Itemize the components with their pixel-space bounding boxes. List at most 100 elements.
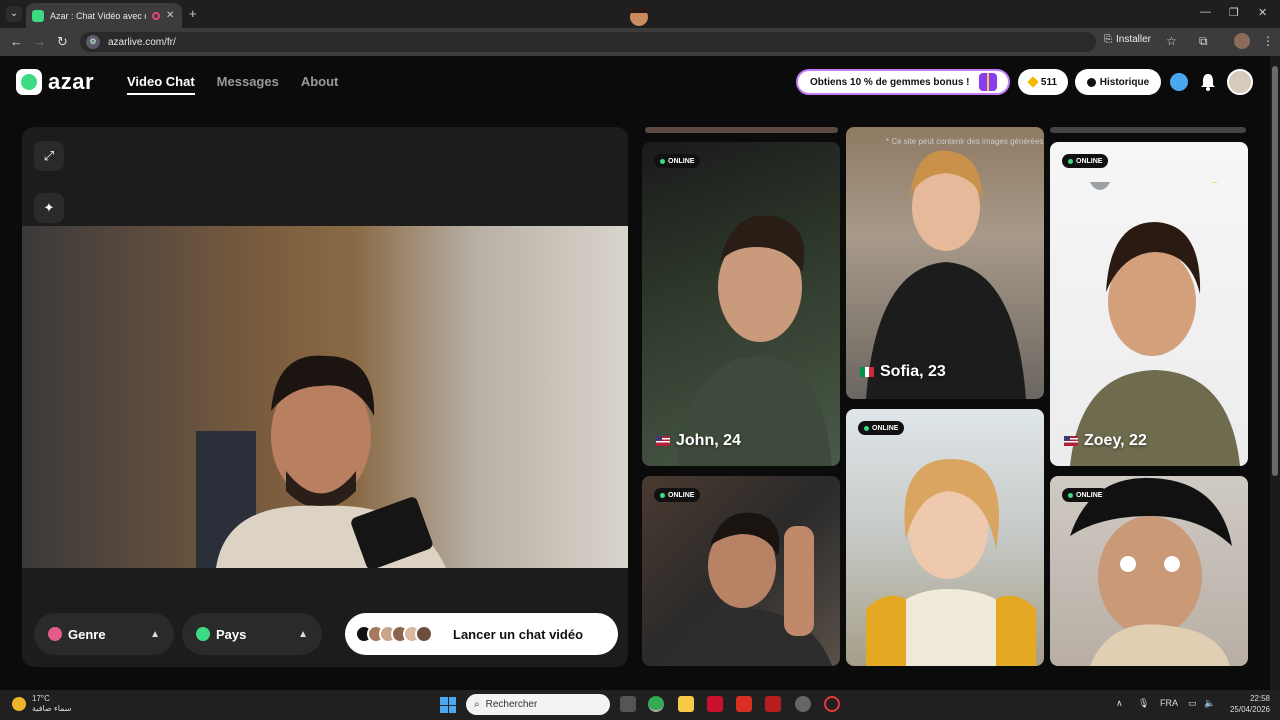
weather-widget[interactable]: 17°C سماء صافية: [12, 694, 72, 714]
extensions-icon[interactable]: ⧉: [1199, 34, 1208, 49]
acrobat-icon[interactable]: [707, 696, 723, 712]
browser-menu-icon[interactable]: ⋮: [1262, 34, 1274, 48]
profile-name: Sofia, 23: [860, 363, 946, 381]
date: 25/04/2026: [1229, 705, 1270, 714]
search-placeholder: Rechercher: [485, 699, 538, 710]
weather-text: 17°C سماء صافية: [32, 694, 72, 714]
tray-chevron-up-icon[interactable]: ∧: [1116, 698, 1123, 709]
avatar-stack: [355, 625, 433, 643]
reload-icon[interactable]: ↻: [57, 34, 68, 50]
us-flag-icon: [656, 436, 670, 446]
tab-search-icon[interactable]: ⌄: [6, 6, 22, 22]
install-icon: ⎘: [1104, 34, 1112, 45]
profile-avatar-icon[interactable]: [1234, 33, 1250, 49]
network-icon[interactable]: ▭: [1188, 698, 1197, 709]
country-filter-dropdown[interactable]: Pays ▲: [182, 613, 322, 655]
task-view-icon[interactable]: [620, 696, 636, 712]
page-scrollbar[interactable]: [1270, 56, 1280, 690]
address-bar[interactable]: ⚙ azarlive.com/fr/: [80, 32, 1096, 52]
app-icon[interactable]: [736, 696, 752, 712]
profile-card-john[interactable]: ONLINE John, 24: [642, 142, 840, 466]
azar-favicon-icon: [32, 9, 44, 22]
time: 22:58: [1249, 694, 1270, 703]
promo-text: Obtiens 10 % de gemmes bonus !: [810, 76, 970, 88]
profile-card[interactable]: ONLINE: [846, 409, 1044, 666]
online-badge: ONLINE: [1062, 488, 1109, 502]
app-icon[interactable]: [765, 696, 781, 712]
video-chat-panel: ⤢ ✦ ☻ Genre ▲ Pays ▲: [22, 127, 628, 667]
browser-tab[interactable]: Azar : Chat Vidéo avec de n ✕: [26, 3, 182, 28]
new-tab-icon[interactable]: +: [189, 6, 197, 21]
forward-icon[interactable]: →: [33, 34, 46, 49]
opera-icon[interactable]: [824, 696, 840, 712]
history-label: Historique: [1099, 76, 1150, 88]
profile-card[interactable]: ONLINE: [642, 476, 840, 666]
online-badge: ONLINE: [654, 488, 701, 502]
history-button[interactable]: Historique: [1075, 69, 1161, 95]
chevron-up-icon: ▲: [150, 628, 160, 640]
user-avatar[interactable]: [1227, 69, 1253, 95]
self-camera-feed: [22, 226, 628, 568]
volume-icon[interactable]: 🔈: [1204, 698, 1215, 709]
bell-icon[interactable]: [1200, 73, 1216, 91]
profile-photo: [672, 512, 832, 666]
nav-messages[interactable]: Messages: [217, 74, 279, 95]
start-video-chat-button[interactable]: Lancer un chat vidéo: [345, 613, 618, 655]
close-window-icon[interactable]: ✕: [1258, 6, 1267, 19]
input-language[interactable]: FRA: [1160, 698, 1178, 708]
nav-video-chat[interactable]: Video Chat: [127, 74, 195, 95]
recording-icon: [152, 11, 160, 20]
moon-icon: [12, 697, 26, 711]
ai-image-disclaimer: * Ce site peut contenir des images génér…: [886, 137, 1044, 146]
bookmark-star-icon[interactable]: ☆: [1166, 34, 1177, 48]
maximize-icon[interactable]: ❐: [1229, 6, 1239, 19]
profile-name: Zoey, 22: [1064, 432, 1147, 450]
windows-taskbar: 17°C سماء صافية ⌕ Rechercher ∧ 🎙 FRA ▭ 🔈…: [0, 690, 1280, 720]
microphone-icon[interactable]: 🎙: [1138, 698, 1149, 709]
profile-name-text: Zoey, 22: [1084, 432, 1147, 449]
back-icon[interactable]: ←: [10, 34, 23, 49]
gender-icon: [48, 627, 62, 641]
logo-text: azar: [48, 69, 95, 94]
profile-card-partial: [1050, 127, 1246, 133]
globe-icon: [196, 627, 210, 641]
gem-balance-button[interactable]: 511: [1018, 69, 1068, 95]
weather-description: سماء صافية: [32, 704, 72, 713]
azar-logo[interactable]: azar: [16, 69, 94, 95]
clock-icon: [1086, 77, 1096, 87]
magic-wand-icon[interactable]: ✦: [34, 193, 64, 223]
azar-page: azar Video Chat Messages About Obtiens 1…: [0, 56, 1270, 690]
install-app-button[interactable]: ⎘ Installer: [1104, 34, 1151, 45]
taskbar-search-box[interactable]: ⌕ Rechercher: [466, 694, 610, 715]
camera-person-image: [196, 355, 446, 568]
bonus-gems-promo-button[interactable]: Obtiens 10 % de gemmes bonus !: [796, 69, 1010, 95]
browser-tab-bar: ⌄ Azar : Chat Vidéo avec de n ✕ + — ❐ ✕: [0, 0, 1280, 42]
tab-close-icon[interactable]: ✕: [166, 10, 176, 21]
profile-card-sofia[interactable]: * Ce site peut contenir des images génér…: [846, 127, 1044, 399]
gem-icon: [1027, 76, 1039, 88]
profile-photo: [866, 459, 1036, 666]
browser-toolbar: ← → ↻ ⚙ azarlive.com/fr/ ⎘ Installer ☆ ⧉…: [0, 28, 1280, 56]
gem-count: 511: [1040, 76, 1058, 88]
expand-icon[interactable]: ⤢: [34, 141, 64, 171]
chrome-icon[interactable]: [648, 696, 664, 712]
gender-filter-dropdown[interactable]: Genre ▲: [34, 613, 174, 655]
app-icon[interactable]: [795, 696, 811, 712]
scrollbar-thumb[interactable]: [1272, 66, 1278, 476]
windows-start-icon[interactable]: [440, 697, 456, 713]
chat-bubble-icon[interactable]: [1170, 73, 1188, 91]
online-badge: ONLINE: [858, 421, 905, 435]
online-badge: ONLINE: [1062, 154, 1109, 168]
it-flag-icon: [860, 367, 874, 377]
nav-about[interactable]: About: [301, 74, 339, 95]
profile-card[interactable]: ONLINE: [1050, 476, 1248, 666]
minimize-icon[interactable]: —: [1200, 6, 1211, 18]
site-info-icon[interactable]: ⚙: [86, 35, 100, 49]
profile-photo-sofia: [866, 150, 1026, 399]
profile-photo: [1070, 477, 1232, 666]
profile-name-text: Sofia, 23: [880, 363, 946, 380]
profile-card-zoey[interactable]: ONLINE Zoey, 22: [1050, 142, 1248, 466]
install-label: Installer: [1116, 34, 1152, 45]
taskbar-clock[interactable]: 22:58 25/04/2026: [1224, 693, 1270, 715]
file-explorer-icon[interactable]: [678, 696, 694, 712]
